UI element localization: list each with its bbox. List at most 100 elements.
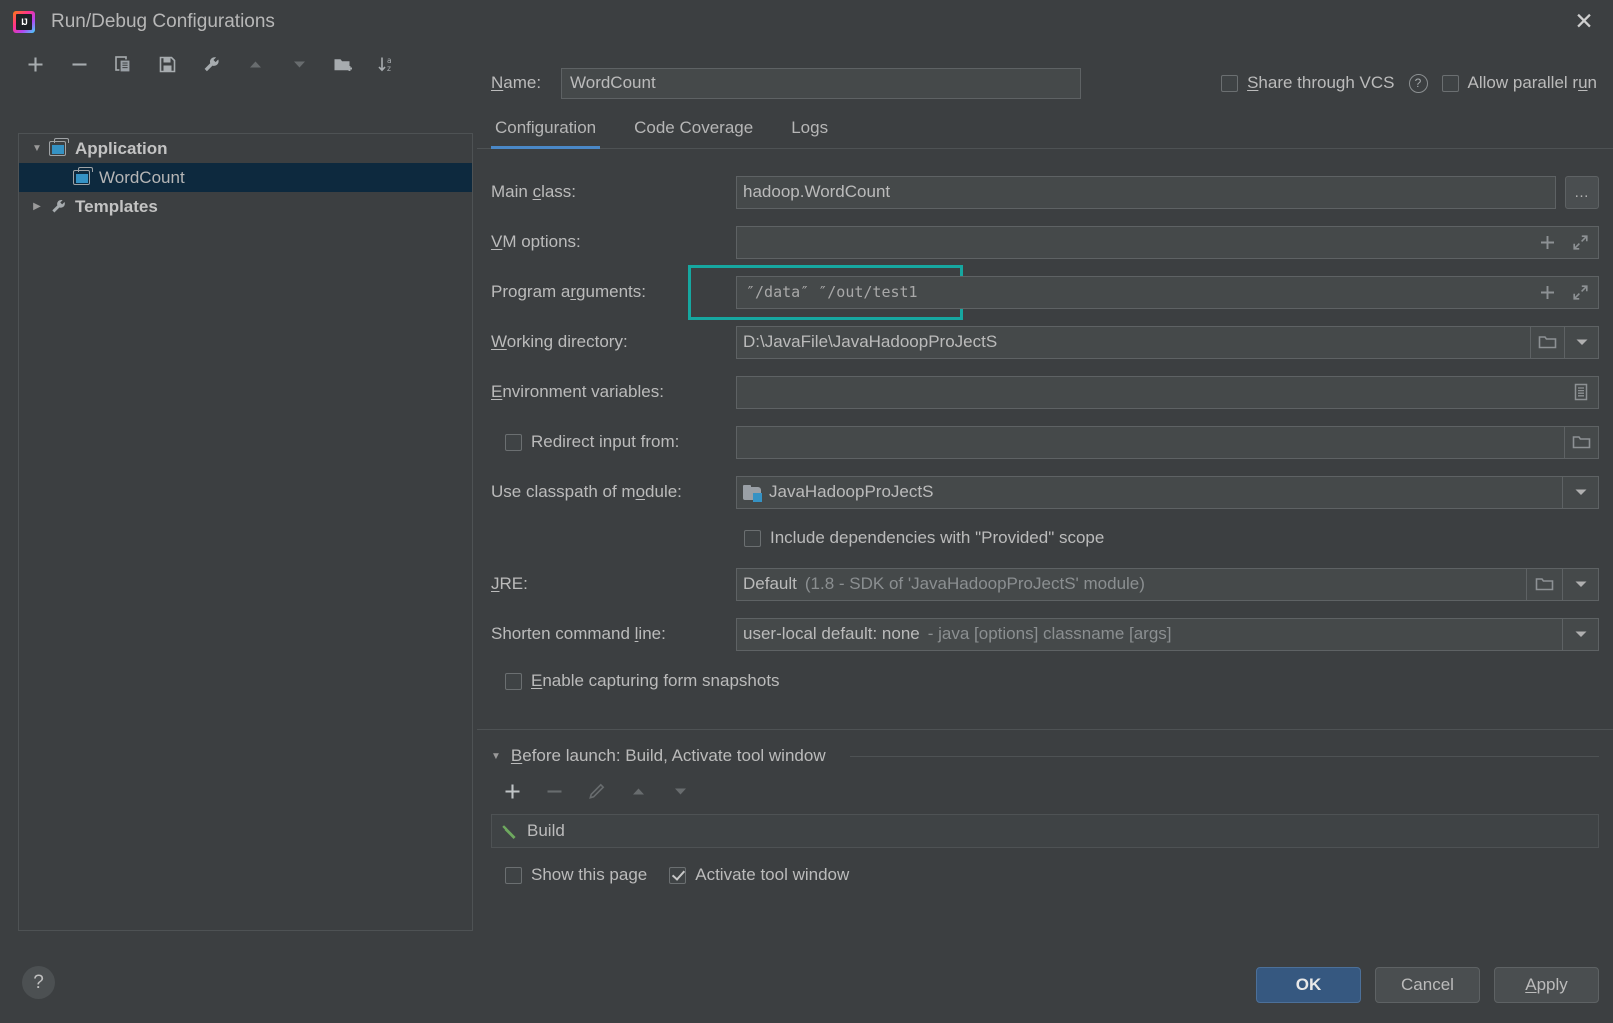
shorten-command-line-combobox[interactable]: user-local default: none - java [options…: [736, 617, 1563, 651]
share-through-vcs-label: Share through VCS: [1247, 73, 1395, 92]
allow-parallel-run-label: Allow parallel run: [1467, 73, 1597, 92]
tab-configuration[interactable]: Configuration: [491, 118, 601, 149]
list-editor-icon[interactable]: [1573, 383, 1589, 401]
help-icon[interactable]: ?: [1408, 73, 1428, 93]
environment-variables-label: Environment variables:: [491, 382, 664, 401]
working-directory-input[interactable]: D:\JavaFile\JavaHadoopProJectS: [736, 325, 1531, 359]
jre-row: JRE: Default (1.8 - SDK of 'JavaHadoopPr…: [491, 559, 1599, 609]
redirect-input-field[interactable]: [736, 425, 1565, 459]
chevron-right-icon[interactable]: ▶: [25, 201, 49, 212]
editor-tabs: Configuration Code Coverage Logs: [477, 105, 1613, 149]
before-launch-toolbar: [477, 766, 1613, 814]
tree-item-label: Templates: [75, 196, 158, 216]
share-through-vcs-checkbox-wrap[interactable]: Share through VCS: [1221, 73, 1395, 93]
tree-item-application[interactable]: ▼ Application: [19, 134, 472, 163]
ellipsis-icon[interactable]: …: [1565, 175, 1599, 209]
chevron-down-icon[interactable]: [1563, 567, 1599, 601]
configurations-tree[interactable]: ▼ Application WordCount ▶ Templates: [18, 133, 473, 931]
activate-tool-window-checkbox-wrap[interactable]: Activate tool window: [669, 865, 849, 885]
program-arguments-row: Program arguments: ″/data″ ″/out/test1: [491, 264, 1599, 320]
redirect-input-checkbox-wrap[interactable]: Redirect input from:: [491, 432, 736, 452]
arrow-up-icon[interactable]: [625, 778, 651, 804]
folder-icon[interactable]: [1527, 567, 1563, 601]
program-arguments-input[interactable]: ″/data″ ″/out/test1: [736, 275, 1599, 309]
main-class-label: Main class:: [491, 182, 577, 201]
arrow-down-icon[interactable]: [667, 778, 693, 804]
add-macro-icon[interactable]: [1539, 234, 1556, 251]
add-macro-icon[interactable]: [1539, 284, 1556, 301]
redirect-input-label: Redirect input from:: [531, 432, 680, 451]
ok-button[interactable]: OK: [1256, 967, 1361, 1003]
intellij-idea-logo-icon: [13, 10, 35, 33]
arrow-down-icon[interactable]: [286, 51, 312, 77]
expand-icon[interactable]: [1572, 284, 1589, 301]
build-hammer-icon: [500, 822, 518, 840]
remove-icon[interactable]: [541, 778, 567, 804]
tree-item-wordcount[interactable]: WordCount: [19, 163, 472, 192]
apply-button[interactable]: Apply: [1494, 967, 1599, 1003]
main-class-row: Main class: hadoop.WordCount …: [491, 167, 1599, 217]
folder-icon[interactable]: [1565, 425, 1599, 459]
folder-icon[interactable]: [1531, 325, 1565, 359]
name-row: Name: Share through VCS ? Allow parallel…: [477, 43, 1613, 105]
close-icon[interactable]: ✕: [1555, 0, 1613, 43]
include-provided-checkbox-wrap[interactable]: Include dependencies with "Provided" sco…: [736, 528, 1104, 548]
tab-code-coverage[interactable]: Code Coverage: [630, 118, 757, 148]
tree-item-templates[interactable]: ▶ Templates: [19, 192, 472, 221]
form-snapshots-checkbox-wrap[interactable]: Enable capturing form snapshots: [491, 671, 780, 691]
cancel-button[interactable]: Cancel: [1375, 967, 1480, 1003]
name-input[interactable]: [561, 67, 1081, 99]
save-icon[interactable]: [154, 51, 180, 77]
show-this-page-checkbox-wrap[interactable]: Show this page: [505, 865, 647, 885]
show-this-page-checkbox[interactable]: [505, 866, 522, 884]
chevron-down-icon[interactable]: [1565, 325, 1599, 359]
add-icon[interactable]: [499, 778, 525, 804]
classpath-module-label: Use classpath of module:: [491, 482, 682, 501]
dialog-button-bar: OK Cancel Apply: [1256, 967, 1599, 1003]
activate-tool-window-checkbox[interactable]: [669, 866, 687, 884]
expand-icon[interactable]: [1572, 234, 1589, 251]
copy-icon[interactable]: [110, 51, 136, 77]
tab-logs[interactable]: Logs: [787, 118, 832, 148]
sort-alphabetically-icon[interactable]: a z: [374, 51, 400, 77]
arrow-up-icon[interactable]: [242, 51, 268, 77]
main-class-input[interactable]: hadoop.WordCount: [736, 175, 1556, 209]
classpath-module-row: Use classpath of module: JavaHadoopProJe…: [491, 467, 1599, 517]
include-provided-row: Include dependencies with "Provided" sco…: [491, 517, 1599, 559]
chevron-down-icon[interactable]: [1563, 475, 1599, 509]
window-title: Run/Debug Configurations: [51, 10, 275, 32]
vm-options-row: VM options:: [491, 217, 1599, 267]
window-titlebar: Run/Debug Configurations ✕: [0, 0, 1613, 43]
include-provided-checkbox[interactable]: [744, 529, 761, 547]
classpath-module-value: JavaHadoopProJectS: [769, 482, 934, 501]
show-this-page-label: Show this page: [531, 865, 648, 884]
jre-combobox[interactable]: Default (1.8 - SDK of 'JavaHadoopProJect…: [736, 567, 1527, 601]
remove-icon[interactable]: [66, 51, 92, 77]
chevron-down-icon[interactable]: [1563, 617, 1599, 651]
before-launch-header[interactable]: ▼ Before launch: Build, Activate tool wi…: [477, 730, 1613, 766]
classpath-module-combobox[interactable]: JavaHadoopProJectS: [736, 475, 1563, 509]
environment-variables-input[interactable]: [736, 375, 1599, 409]
working-directory-label: Working directory:: [491, 332, 628, 351]
redirect-input-checkbox[interactable]: [505, 433, 522, 451]
form-snapshots-label: Enable capturing form snapshots: [531, 671, 780, 690]
chevron-down-icon[interactable]: ▼: [491, 751, 501, 762]
svg-text:z: z: [387, 64, 391, 73]
vm-options-input[interactable]: [736, 225, 1599, 259]
add-icon[interactable]: [22, 51, 48, 77]
chevron-down-icon[interactable]: ▼: [25, 143, 49, 154]
form-snapshots-checkbox[interactable]: [505, 672, 522, 690]
header-rule: [849, 755, 1599, 757]
tree-item-label: Application: [75, 138, 168, 158]
new-folder-icon[interactable]: [330, 51, 356, 77]
before-launch-task-list[interactable]: Build: [491, 814, 1599, 848]
allow-parallel-run-checkbox-wrap[interactable]: Allow parallel run: [1441, 73, 1597, 93]
wrench-icon[interactable]: [198, 51, 224, 77]
edit-pencil-icon[interactable]: [583, 778, 609, 804]
share-through-vcs-checkbox[interactable]: [1221, 74, 1239, 92]
jre-label: JRE:: [491, 574, 528, 593]
configuration-editor-pane: Name: Share through VCS ? Allow parallel…: [477, 43, 1613, 1023]
allow-parallel-run-checkbox[interactable]: [1441, 74, 1459, 92]
help-button[interactable]: ?: [22, 966, 55, 999]
include-provided-label: Include dependencies with "Provided" sco…: [770, 528, 1105, 547]
